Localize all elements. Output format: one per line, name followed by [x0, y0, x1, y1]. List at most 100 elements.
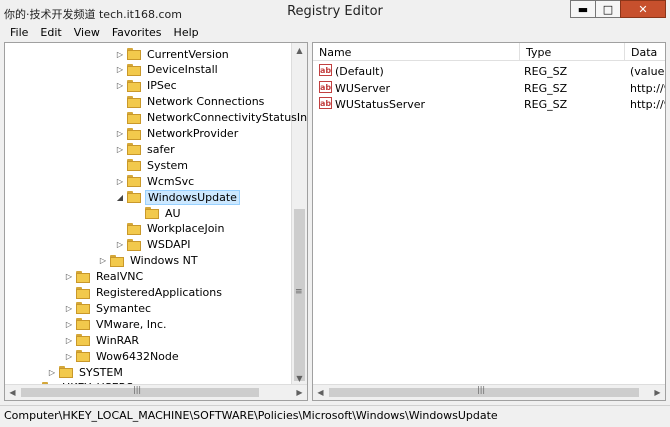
scroll-left-arrow-icon[interactable]: ◀	[313, 385, 328, 400]
value-type: REG_SZ	[524, 65, 568, 78]
menu-help[interactable]: Help	[168, 24, 205, 42]
close-button[interactable]: ✕	[620, 0, 666, 18]
expand-arrow-icon[interactable]: ▷	[64, 304, 74, 313]
list-hscroll-thumb[interactable]: |||	[329, 385, 639, 397]
expand-arrow-icon[interactable]: ▷	[64, 336, 74, 345]
expand-arrow-icon[interactable]: ▷	[98, 256, 108, 265]
column-header-data[interactable]: Data	[625, 43, 665, 61]
tree-node-label: NetworkConnectivityStatusIndicator	[147, 111, 308, 125]
folder-icon	[127, 159, 141, 172]
title-bar: 你的·技术开发频道 tech.it168.com Registry Editor…	[0, 0, 670, 24]
tree-node[interactable]: ▷ WinRAR	[64, 332, 141, 348]
maximize-button[interactable]: □	[595, 0, 621, 18]
tree-node[interactable]: ▷ WSDAPI	[115, 237, 193, 253]
tree-node[interactable]: ▷ IPSec	[115, 78, 179, 94]
collapse-arrow-icon[interactable]: ◢	[115, 193, 125, 202]
tree-scroll-thumb[interactable]: ≡	[294, 209, 305, 381]
value-name: WUStatusServer	[335, 98, 426, 111]
menu-bar: File Edit View Favorites Help	[0, 24, 670, 42]
folder-icon	[127, 191, 141, 204]
folder-icon	[110, 254, 124, 267]
value-name: WUServer	[335, 81, 390, 95]
tree-node-label: Windows NT	[130, 254, 198, 268]
expand-arrow-icon[interactable]: ▷	[115, 177, 125, 186]
expand-arrow-icon[interactable]: ▷	[64, 320, 74, 329]
string-value-icon: ab	[319, 97, 332, 109]
column-header-name[interactable]: Name	[313, 43, 520, 61]
registry-tree[interactable]: ▲ ≡ ▼ ▷ CurrentVersion ▷ DeviceInstall ▷ IPSe…	[4, 42, 308, 401]
tree-node[interactable]: ▷ Wow6432Node	[64, 348, 181, 364]
list-item[interactable]: ab(Default) REG_SZ (value n	[313, 63, 665, 79]
expand-arrow-icon[interactable]: ▷	[115, 129, 125, 138]
tree-vertical-scrollbar[interactable]: ▲ ≡ ▼	[291, 43, 307, 386]
tree-node-label: AU	[165, 206, 181, 220]
folder-icon	[127, 95, 141, 108]
tree-node[interactable]: ▷ DeviceInstall	[115, 62, 220, 78]
list-horizontal-scrollbar[interactable]: ◀ ||| ▶	[313, 384, 665, 400]
scroll-up-arrow-icon[interactable]: ▲	[292, 43, 307, 58]
menu-favorites[interactable]: Favorites	[106, 24, 168, 42]
tree-node-label: WinRAR	[96, 333, 140, 347]
tree-node[interactable]: ▷ Windows NT	[98, 253, 200, 269]
menu-edit[interactable]: Edit	[34, 24, 67, 42]
expand-arrow-icon[interactable]: ▷	[47, 368, 57, 377]
list-item[interactable]: abWUServer REG_SZ http://9	[313, 80, 665, 96]
tree-node-label: DeviceInstall	[147, 63, 218, 77]
tree-node[interactable]: RegisteredApplications	[64, 285, 224, 301]
tree-hscroll-thumb[interactable]: |||	[21, 385, 259, 397]
column-header-type[interactable]: Type	[520, 43, 625, 61]
tree-node[interactable]: NetworkConnectivityStatusIndicator	[115, 110, 308, 126]
value-name: (Default)	[335, 65, 384, 78]
tree-node-label: CurrentVersion	[147, 47, 229, 61]
tree-node[interactable]: ▷ Symantec	[64, 300, 153, 316]
folder-icon	[127, 111, 141, 124]
tree-node[interactable]: ◢ WindowsUpdate	[115, 189, 240, 205]
expand-arrow-icon[interactable]: ▷	[64, 272, 74, 281]
tree-node[interactable]: ▷ SYSTEM	[47, 364, 125, 380]
scroll-right-arrow-icon[interactable]: ▶	[650, 385, 665, 400]
tree-node-label: IPSec	[147, 79, 177, 93]
expand-arrow-icon[interactable]: ▷	[64, 352, 74, 361]
expand-arrow-icon[interactable]: ▷	[115, 240, 125, 249]
tree-node-label: Wow6432Node	[96, 349, 179, 363]
folder-icon	[76, 350, 90, 363]
tree-node[interactable]: Network Connections	[115, 94, 266, 110]
expand-arrow-icon[interactable]: ▷	[115, 145, 125, 154]
tree-node[interactable]: ▷ WcmSvc	[115, 173, 196, 189]
menu-view[interactable]: View	[68, 24, 106, 42]
value-data: http://9	[630, 98, 665, 111]
tree-node[interactable]: ▷ CurrentVersion	[115, 46, 231, 62]
folder-icon	[127, 222, 141, 235]
tree-node[interactable]: AU	[133, 205, 183, 221]
string-value-icon: ab	[319, 80, 332, 93]
folder-icon	[59, 366, 73, 378]
folder-icon	[127, 175, 141, 188]
expand-arrow-icon[interactable]: ▷	[115, 50, 125, 59]
tree-node[interactable]: WorkplaceJoin	[115, 221, 226, 237]
tree-node[interactable]: ▷ NetworkProvider	[115, 126, 240, 142]
string-value-icon: ab	[319, 64, 332, 76]
list-item[interactable]: abWUStatusServer REG_SZ http://9	[313, 96, 665, 112]
scroll-right-arrow-icon[interactable]: ▶	[292, 385, 307, 400]
tree-node-label: WSDAPI	[147, 238, 191, 252]
minimize-button[interactable]: ▬	[570, 0, 596, 18]
tree-node[interactable]: ▷ VMware, Inc.	[64, 316, 169, 332]
window-controls: ▬ □ ✕	[570, 0, 666, 18]
tree-node-label: WindowsUpdate	[145, 189, 240, 205]
tree-node-label: RegisteredApplications	[96, 286, 222, 299]
tree-node-label: WorkplaceJoin	[147, 222, 225, 236]
tree-node[interactable]: ▷ RealVNC	[64, 269, 145, 285]
folder-icon	[76, 302, 90, 315]
expand-arrow-icon[interactable]: ▷	[115, 81, 125, 90]
menu-file[interactable]: File	[4, 24, 34, 42]
expand-arrow-icon[interactable]: ▷	[115, 65, 125, 74]
tree-horizontal-scrollbar[interactable]: ◀ ||| ▶	[5, 384, 307, 400]
value-data: (value n	[630, 65, 665, 78]
scroll-left-arrow-icon[interactable]: ◀	[5, 385, 20, 400]
tree-node-label: VMware, Inc.	[96, 317, 167, 331]
folder-icon	[76, 286, 90, 299]
folder-icon	[127, 127, 141, 140]
tree-node[interactable]: System	[115, 157, 190, 173]
tree-node[interactable]: ▷ safer	[115, 141, 177, 157]
folder-icon	[127, 48, 141, 60]
